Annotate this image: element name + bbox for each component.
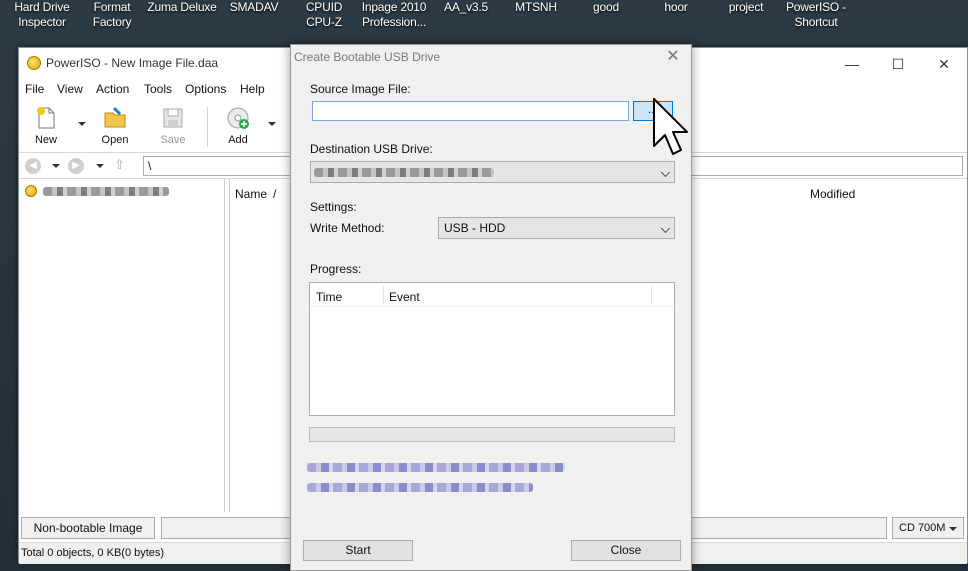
desktop-icon-inpage[interactable]: Inpage 2010 Profession... bbox=[356, 0, 432, 30]
column-name-header[interactable]: Name bbox=[235, 187, 267, 201]
window-title: PowerISO - New Image File.daa bbox=[46, 56, 219, 70]
log-header: Time Event bbox=[310, 283, 674, 307]
desktop-icon-poweriso-shortcut[interactable]: PowerISO - Shortcut bbox=[778, 0, 854, 30]
desktop-icon-good[interactable]: good bbox=[568, 0, 644, 15]
start-button[interactable]: Start bbox=[303, 540, 413, 561]
desktop-icon-mtsnh[interactable]: MTSNH bbox=[498, 0, 574, 15]
column-divider bbox=[651, 286, 652, 304]
icon-label-line1: Hard Drive bbox=[14, 0, 70, 14]
icon-label-line1: SMADAV bbox=[229, 0, 279, 14]
back-arrow-icon[interactable]: ◀ bbox=[25, 158, 41, 174]
column-divider bbox=[383, 286, 384, 304]
dialog-title: Create Bootable USB Drive bbox=[294, 50, 441, 64]
image-root-label-blurred[interactable] bbox=[43, 187, 169, 196]
media-size-value: CD 700M bbox=[899, 522, 946, 534]
write-method-label: Write Method: bbox=[310, 221, 385, 235]
desktop-icon-aa[interactable]: AA_v3.5 bbox=[428, 0, 504, 15]
folder-tree[interactable] bbox=[19, 179, 225, 512]
up-folder-icon[interactable]: ⇧ bbox=[114, 157, 125, 173]
desktop-icon-hard-drive-inspector[interactable]: Hard Drive Inspector bbox=[4, 0, 80, 30]
desktop-icon-hoor[interactable]: hoor bbox=[638, 0, 714, 15]
source-image-label: Source Image File: bbox=[310, 82, 411, 96]
boot-status-label: Non-bootable Image bbox=[21, 517, 155, 539]
column-modified-header[interactable]: Modified bbox=[810, 187, 855, 201]
save-disk-icon bbox=[160, 105, 186, 131]
close-window-button[interactable]: ✕ bbox=[921, 52, 967, 76]
icon-label-line2: Shortcut bbox=[794, 15, 838, 29]
icon-label-line1: AA_v3.5 bbox=[444, 0, 488, 14]
desktop-icon-format-factory[interactable]: Format Factory bbox=[74, 0, 150, 30]
usb-drive-name-blurred bbox=[314, 168, 494, 177]
icon-label-line2: Inspector bbox=[18, 15, 66, 29]
dialog-close-button[interactable]: ✕ bbox=[661, 47, 685, 67]
progress-label: Progress: bbox=[310, 262, 362, 276]
maximize-button[interactable]: ☐ bbox=[875, 52, 921, 76]
write-method-value: USB - HDD bbox=[444, 221, 506, 235]
add-dropdown-arrow[interactable] bbox=[268, 122, 276, 126]
desktop-icon-cpuid[interactable]: CPUID CPU-Z bbox=[286, 0, 362, 30]
menu-action[interactable]: Action bbox=[96, 82, 129, 96]
save-button[interactable]: Save bbox=[149, 105, 197, 149]
chevron-down-icon bbox=[661, 224, 670, 233]
chevron-down-icon bbox=[949, 527, 957, 531]
icon-label-line2: Factory bbox=[92, 15, 132, 29]
desktop-icon-zuma-deluxe[interactable]: Zuma Deluxe bbox=[144, 0, 220, 15]
settings-label: Settings: bbox=[310, 200, 357, 214]
website-link-blurred[interactable] bbox=[307, 463, 565, 472]
new-dropdown-arrow[interactable] bbox=[78, 122, 86, 126]
add-button[interactable]: Add bbox=[214, 105, 262, 149]
icon-label-line2: Profession... bbox=[361, 15, 427, 29]
icon-label-line1: PowerISO - bbox=[785, 0, 847, 14]
menu-help[interactable]: Help bbox=[240, 82, 265, 96]
icon-label-line2: CPU-Z bbox=[306, 15, 342, 29]
menu-tools[interactable]: Tools bbox=[144, 82, 172, 96]
write-method-select[interactable]: USB - HDD bbox=[438, 217, 675, 239]
icon-label-line1: hoor bbox=[664, 0, 688, 14]
add-files-icon bbox=[225, 105, 251, 131]
open-button[interactable]: Open bbox=[91, 105, 139, 149]
close-button[interactable]: Close bbox=[571, 540, 681, 561]
destination-usb-label: Destination USB Drive: bbox=[310, 142, 433, 156]
source-image-input[interactable] bbox=[312, 101, 629, 121]
media-size-select[interactable]: CD 700M bbox=[892, 517, 964, 539]
sort-indicator: / bbox=[273, 187, 277, 201]
minimize-button[interactable]: — bbox=[829, 52, 875, 76]
save-label: Save bbox=[160, 134, 186, 146]
desktop-icon-project[interactable]: project bbox=[708, 0, 784, 15]
column-time-header[interactable]: Time bbox=[316, 290, 342, 304]
new-button[interactable]: New bbox=[22, 105, 70, 149]
icon-label-line1: Zuma Deluxe bbox=[147, 0, 217, 14]
event-log-list[interactable]: Time Event bbox=[309, 282, 675, 416]
icon-label-line1: project bbox=[728, 0, 764, 14]
image-root-icon bbox=[25, 185, 37, 197]
forward-history-arrow[interactable] bbox=[96, 164, 104, 168]
menu-file[interactable]: File bbox=[25, 82, 44, 96]
icon-label-line1: Format bbox=[93, 0, 131, 14]
create-bootable-usb-dialog: Create Bootable USB Drive ✕ Source Image… bbox=[290, 44, 692, 571]
mouse-cursor-icon bbox=[653, 98, 688, 155]
add-label: Add bbox=[228, 134, 248, 146]
back-history-arrow[interactable] bbox=[52, 164, 60, 168]
menu-options[interactable]: Options bbox=[185, 82, 226, 96]
chevron-down-icon bbox=[661, 168, 670, 177]
column-event-header[interactable]: Event bbox=[389, 290, 420, 304]
menu-view[interactable]: View bbox=[57, 82, 83, 96]
destination-usb-select[interactable] bbox=[310, 161, 675, 183]
toolbar-divider bbox=[207, 107, 208, 147]
poweriso-app-icon bbox=[27, 56, 41, 70]
icon-label-line1: Inpage 2010 bbox=[361, 0, 427, 14]
icon-label-line1: CPUID bbox=[305, 0, 343, 14]
new-label: New bbox=[34, 134, 57, 146]
icon-label-line1: good bbox=[593, 0, 619, 14]
open-folder-icon bbox=[102, 105, 128, 131]
support-link-blurred[interactable] bbox=[307, 483, 533, 492]
new-file-icon bbox=[33, 105, 59, 131]
progress-bar bbox=[309, 427, 675, 442]
desktop-icon-smadav[interactable]: SMADAV bbox=[216, 0, 292, 15]
open-label: Open bbox=[101, 134, 129, 146]
forward-arrow-icon[interactable]: ▶ bbox=[68, 158, 84, 174]
icon-label-line1: MTSNH bbox=[515, 0, 557, 14]
